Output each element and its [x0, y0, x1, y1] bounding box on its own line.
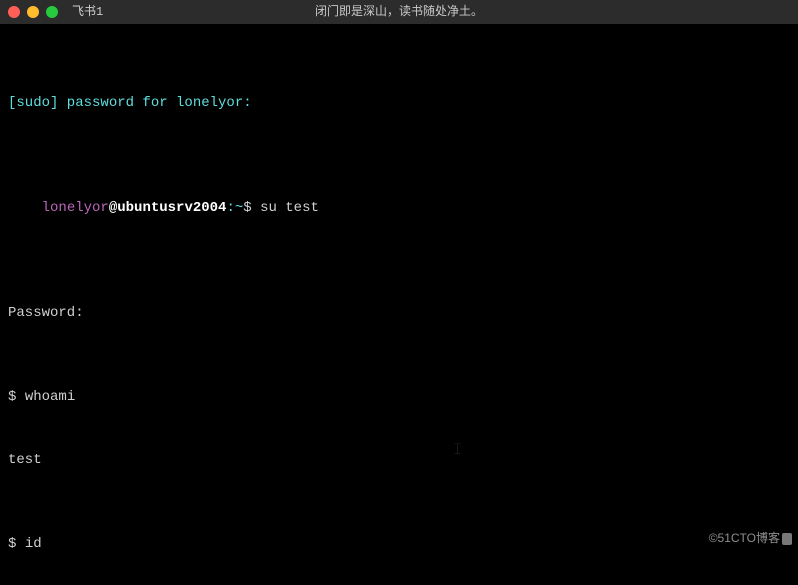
- minimize-icon[interactable]: [27, 6, 39, 18]
- cmd-whoami-line: $ whoami: [8, 387, 790, 408]
- shell-prompt-line: lonelyor@ubuntusrv2004:~$ su test: [8, 177, 790, 240]
- cmd-id-line: $ id: [8, 534, 790, 555]
- watermark: ©51CTO博客: [695, 511, 792, 565]
- prompt-path: :~: [226, 200, 243, 216]
- prompt-at: @: [109, 200, 117, 216]
- watermark-badge-icon: [782, 533, 792, 545]
- prompt-dollar: $: [243, 200, 251, 216]
- window-controls: [8, 6, 58, 18]
- cmd-whoami: whoami: [25, 389, 75, 405]
- prompt-host: ubuntusrv2004: [117, 200, 226, 216]
- window-title: 闭门即是深山，读书随处净土。: [0, 3, 798, 21]
- cmd-su: su test: [260, 200, 319, 216]
- maximize-icon[interactable]: [46, 6, 58, 18]
- window-titlebar: 飞书1 闭门即是深山，读书随处净土。: [0, 0, 798, 24]
- watermark-text: ©51CTO博客: [709, 531, 780, 545]
- sudo-password-prompt: [sudo] password for lonelyor:: [8, 93, 790, 114]
- tab-label[interactable]: 飞书1: [72, 3, 103, 21]
- terminal-output[interactable]: [sudo] password for lonelyor: lonelyor@u…: [0, 24, 798, 585]
- close-icon[interactable]: [8, 6, 20, 18]
- cmd-id: id: [25, 536, 42, 552]
- prompt-user: lonelyor: [42, 200, 109, 216]
- whoami-output: test: [8, 450, 790, 471]
- password-label: Password:: [8, 303, 790, 324]
